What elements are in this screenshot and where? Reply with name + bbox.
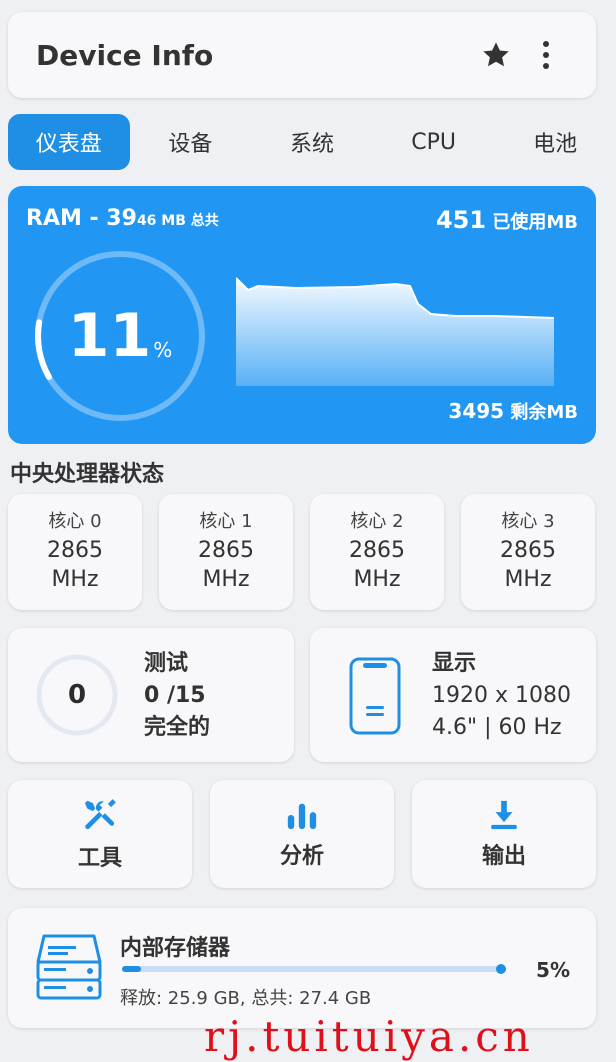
storage-details: 释放: 25.9 GB, 总共: 27.4 GB — [120, 988, 372, 1009]
test-count: 0 — [67, 680, 87, 710]
core-unit: MHz — [353, 566, 401, 592]
export-button[interactable]: 输出 — [412, 780, 596, 888]
core-card[interactable]: 核心 1 2865 MHz — [159, 494, 293, 610]
test-progress: 0 /15 — [144, 683, 206, 708]
test-title: 测试 — [144, 651, 189, 676]
favorite-button[interactable] — [474, 33, 518, 77]
display-details: 4.6" | 60 Hz — [432, 715, 562, 740]
ram-used: 451 已使用MB — [436, 206, 578, 234]
more-options-button[interactable] — [524, 33, 568, 77]
test-info: 测试 0 /15 完全的 — [144, 648, 210, 744]
ram-usage-graph — [236, 277, 554, 386]
ram-free-value: 3495 — [448, 399, 505, 423]
analysis-label: 分析 — [279, 844, 324, 869]
app-title: Device Info — [36, 38, 214, 72]
core-frequency: 2865 — [349, 538, 405, 564]
ram-percent: 11% — [30, 246, 210, 426]
export-label: 输出 — [481, 844, 526, 869]
app-bar: Device Info — [8, 12, 596, 98]
ram-free-label: 剩余MB — [504, 402, 578, 423]
ram-total: RAM - 3946 MB 总共 — [26, 206, 219, 231]
test-status: 完全的 — [144, 715, 211, 740]
storage-card[interactable]: 内部存储器 5% 释放: 25.9 GB, 总共: 27.4 GB — [8, 908, 596, 1028]
download-icon — [491, 800, 517, 830]
storage-progress-fill — [122, 966, 141, 972]
core-label: 核心 2 — [350, 510, 404, 532]
test-card[interactable]: 0 测试 0 /15 完全的 — [8, 628, 294, 762]
bar-chart-icon — [287, 803, 317, 830]
core-frequency: 2865 — [47, 538, 103, 564]
core-label: 核心 1 — [199, 510, 253, 532]
core-unit: MHz — [51, 566, 99, 592]
phone-icon — [349, 657, 401, 735]
tools-label: 工具 — [77, 846, 122, 871]
storage-progress-end — [496, 964, 506, 974]
cpu-section-title: 中央处理器状态 — [10, 462, 165, 487]
ram-used-label: 已使用MB — [486, 212, 578, 233]
core-unit: MHz — [504, 566, 552, 592]
tools-button[interactable]: 工具 — [8, 780, 192, 888]
ram-total-prefix: RAM - 39 — [26, 206, 137, 231]
ram-card[interactable]: RAM - 3946 MB 总共 451 已使用MB 11% 3495 剩余MB — [8, 186, 596, 444]
ram-total-suffix: 46 MB 总共 — [136, 213, 219, 229]
tab-system[interactable]: 系统 — [251, 114, 373, 170]
tab-bar: 仪表盘 设备 系统 CPU 电池 — [8, 114, 616, 172]
storage-title: 内部存储器 — [120, 936, 231, 961]
tab-dashboard[interactable]: 仪表盘 — [8, 114, 130, 170]
core-card[interactable]: 核心 3 2865 MHz — [461, 494, 595, 610]
analysis-button[interactable]: 分析 — [210, 780, 394, 888]
storage-progress-track — [122, 966, 502, 972]
core-unit: MHz — [202, 566, 250, 592]
tab-cpu[interactable]: CPU — [373, 114, 495, 170]
storage-percent: 5% — [536, 958, 570, 982]
ram-free: 3495 剩余MB — [448, 398, 578, 424]
ram-percent-unit: % — [153, 338, 173, 362]
display-title: 显示 — [432, 651, 477, 676]
watermark: rj.tuituiya.cn — [204, 1012, 534, 1061]
more-vertical-icon — [543, 41, 549, 69]
display-resolution: 1920 x 1080 — [432, 683, 571, 708]
core-label: 核心 0 — [48, 510, 102, 532]
tools-icon — [84, 799, 116, 830]
display-card[interactable]: 显示 1920 x 1080 4.6" | 60 Hz — [310, 628, 596, 762]
core-card[interactable]: 核心 2 2865 MHz — [310, 494, 444, 610]
core-frequency: 2865 — [198, 538, 254, 564]
display-info: 显示 1920 x 1080 4.6" | 60 Hz — [432, 648, 571, 744]
star-icon — [483, 42, 509, 67]
hard-drive-icon — [36, 934, 102, 1000]
core-label: 核心 3 — [501, 510, 555, 532]
ram-used-value: 451 — [435, 206, 487, 234]
ram-percent-value: 11 — [67, 301, 152, 371]
tab-battery[interactable]: 电池 — [494, 114, 616, 170]
core-frequency: 2865 — [500, 538, 556, 564]
tab-device[interactable]: 设备 — [130, 114, 252, 170]
core-card[interactable]: 核心 0 2865 MHz — [8, 494, 142, 610]
